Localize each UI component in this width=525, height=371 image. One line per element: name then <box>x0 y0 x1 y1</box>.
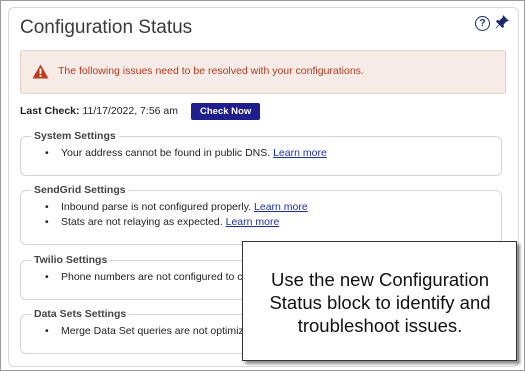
last-check-value: 11/17/2022, 7:56 am <box>82 105 178 117</box>
list-item: Inbound parse is not configured properly… <box>45 200 308 215</box>
screenshot-frame: Configuration Status ? The following iss… <box>0 0 525 371</box>
list-item: Stats are not relaying as expected. Lear… <box>45 215 308 230</box>
panel-title: Configuration Status <box>20 17 193 38</box>
system-settings-section: System Settings Your address cannot be f… <box>20 130 502 176</box>
section-title: SendGrid Settings <box>31 184 129 196</box>
learn-more-link[interactable]: Learn more <box>273 147 327 159</box>
learn-more-link[interactable]: Learn more <box>254 201 308 213</box>
learn-more-link[interactable]: Learn more <box>226 216 280 228</box>
last-check: Last Check: 11/17/2022, 7:56 am <box>20 105 178 117</box>
section-title: Twilio Settings <box>31 254 111 266</box>
list-item: Merge Data Set queries are not optimiz <box>45 324 244 339</box>
pin-icon[interactable] <box>494 14 510 30</box>
section-title: Data Sets Settings <box>31 308 130 320</box>
warning-icon <box>32 64 49 79</box>
issues-alert: The following issues need to be resolved… <box>20 50 506 94</box>
help-icon[interactable]: ? <box>475 16 490 31</box>
section-title: System Settings <box>31 130 119 142</box>
callout-box: Use the new Configuration Status block t… <box>242 241 517 361</box>
alert-message: The following issues need to be resolved… <box>58 65 364 77</box>
list-item: Your address cannot be found in public D… <box>45 146 327 161</box>
list-item: Phone numbers are not configured to co <box>45 270 248 285</box>
check-now-button[interactable]: Check Now <box>191 103 261 120</box>
callout-text: Use the new Configuration Status block t… <box>269 269 491 336</box>
sendgrid-settings-section: SendGrid Settings Inbound parse is not c… <box>20 184 502 245</box>
last-check-label: Last Check: <box>20 105 80 117</box>
